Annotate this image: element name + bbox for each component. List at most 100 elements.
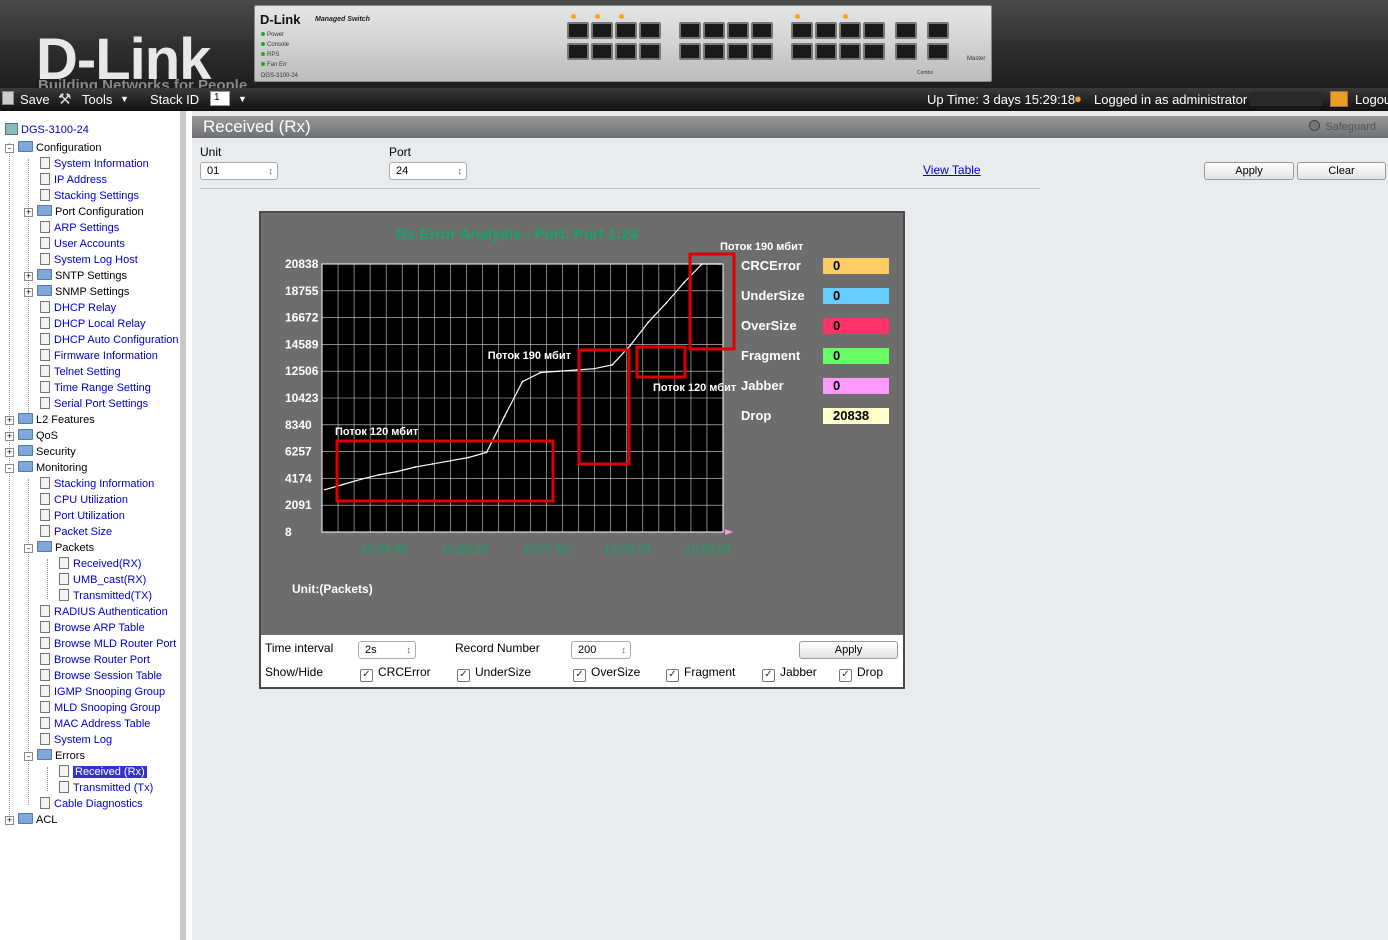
tree-item-browse-arp-table[interactable]: Browse ARP Table (40, 620, 145, 636)
document-icon (40, 317, 50, 329)
navigation-tree: DGS-3100-24 - Configuration System Infor… (0, 111, 186, 940)
record-number-label: Record Number (455, 641, 540, 655)
collapse-icon[interactable]: - (5, 144, 14, 153)
tree-item-browse-router-port[interactable]: Browse Router Port (40, 652, 150, 668)
tree-item-packet-size[interactable]: Packet Size (40, 524, 112, 540)
tree-item-stacking-information[interactable]: Stacking Information (40, 476, 154, 492)
tree-item-system-log[interactable]: System Log (40, 732, 112, 748)
save-button[interactable]: Save (20, 92, 50, 107)
device-model-text: Managed Switch (315, 16, 370, 23)
series-point (324, 488, 326, 491)
checkbox-drop[interactable]: Drop (839, 665, 883, 682)
tree-item-mac-address-table[interactable]: MAC Address Table (40, 716, 150, 732)
port-led-icon (843, 14, 848, 19)
logout-icon[interactable] (1330, 91, 1348, 107)
tree-snmp-settings[interactable]: SNMP Settings (37, 284, 129, 300)
tree-root[interactable]: DGS-3100-24 (5, 122, 89, 138)
tree-item-cable-diagnostics[interactable]: Cable Diagnostics (40, 796, 143, 812)
tree-item-ip-address[interactable]: IP Address (40, 172, 107, 188)
checkbox-jabber[interactable]: Jabber (762, 665, 817, 682)
tree-item-mld-snooping-group[interactable]: MLD Snooping Group (40, 700, 160, 716)
unit-label: Unit (200, 145, 222, 159)
y-tick-label: 12506 (285, 364, 319, 378)
tools-chevron-down-icon[interactable]: ▼ (120, 94, 129, 104)
tree-monitoring[interactable]: Monitoring (18, 460, 87, 476)
tree-item-browse-mld-router-port[interactable]: Browse MLD Router Port (40, 636, 176, 652)
tree-item-radius-authentication[interactable]: RADIUS Authentication (40, 604, 168, 620)
tree-acl[interactable]: ACL (18, 812, 57, 828)
tree-item-firmware-information[interactable]: Firmware Information (40, 348, 158, 364)
apply-button[interactable]: Apply (1204, 162, 1294, 180)
legend-value: 0 (833, 318, 840, 333)
unit-select[interactable]: 01 (200, 162, 278, 180)
checkbox-undersize[interactable]: UnderSize (457, 665, 531, 682)
tree-item-system-log-host[interactable]: System Log Host (40, 252, 138, 268)
expand-icon[interactable]: + (24, 272, 33, 281)
tree-item-port-utilization[interactable]: Port Utilization (40, 508, 125, 524)
username-redacted (1250, 92, 1322, 106)
tree-item-time-range-setting[interactable]: Time Range Setting (40, 380, 151, 396)
tree-port-configuration[interactable]: Port Configuration (37, 204, 144, 220)
tree-item-serial-port-settings[interactable]: Serial Port Settings (40, 396, 148, 412)
legend-value: 0 (833, 378, 840, 393)
chart-svg: Rx Error Analysis - Port: Port 1:24 8 209… (285, 226, 889, 596)
expand-icon[interactable]: + (5, 416, 14, 425)
tree-item-arp-settings[interactable]: ARP Settings (40, 220, 119, 236)
x-tick-label: 10:29:23 (604, 542, 651, 556)
collapse-icon[interactable]: - (5, 464, 14, 473)
time-interval-select[interactable]: 2s (358, 641, 416, 659)
view-table-link[interactable]: View Table (923, 163, 981, 177)
tree-item-errors-received-rx[interactable]: Received (Rx) (59, 764, 147, 780)
logout-button[interactable]: Logout (1355, 92, 1388, 107)
stack-chevron-down-icon[interactable]: ▼ (238, 94, 247, 104)
document-icon (40, 493, 50, 505)
checkbox-crcerror[interactable]: CRCError (360, 665, 431, 682)
tools-icon[interactable]: ⚒ (58, 90, 71, 108)
legend-label: CRCError (741, 258, 801, 273)
tree-l2-features[interactable]: L2 Features (18, 412, 95, 428)
collapse-icon[interactable]: - (24, 544, 33, 553)
tree-item-errors-transmitted-tx[interactable]: Transmitted (Tx) (59, 780, 153, 796)
tree-item-telnet-setting[interactable]: Telnet Setting (40, 364, 121, 380)
tree-qos[interactable]: QoS (18, 428, 58, 444)
checkbox-fragment[interactable]: Fragment (666, 665, 735, 682)
folder-icon (18, 429, 33, 440)
tree-item-transmitted-tx[interactable]: Transmitted(TX) (59, 588, 152, 604)
tree-item-system-information[interactable]: System Information (40, 156, 149, 172)
expand-icon[interactable]: + (24, 208, 33, 217)
checkbox-oversize[interactable]: OverSize (573, 665, 640, 682)
stack-id-select[interactable]: 1 (210, 91, 230, 106)
tree-configuration[interactable]: Configuration (18, 140, 101, 156)
tree-security[interactable]: Security (18, 444, 76, 460)
clear-button[interactable]: Clear (1297, 162, 1386, 180)
tools-menu[interactable]: Tools (82, 92, 112, 107)
tree-item-umb-cast-rx[interactable]: UMB_cast(RX) (59, 572, 146, 588)
time-interval-label: Time interval (265, 641, 334, 655)
tree-item-stacking-settings[interactable]: Stacking Settings (40, 188, 139, 204)
folder-icon (37, 205, 52, 216)
tree-item-dhcp-relay[interactable]: DHCP Relay (40, 300, 116, 316)
save-icon[interactable] (2, 91, 14, 105)
tree-item-received-rx[interactable]: Received(RX) (59, 556, 141, 572)
tree-item-cpu-utilization[interactable]: CPU Utilization (40, 492, 128, 508)
port-select[interactable]: 24 (389, 162, 467, 180)
collapse-icon[interactable]: - (24, 752, 33, 761)
tree-errors[interactable]: Errors (37, 748, 85, 764)
document-icon (40, 365, 50, 377)
tree-item-dhcp-auto-configuration[interactable]: DHCP Auto Configuration (40, 332, 179, 348)
tree-sntp-settings[interactable]: SNTP Settings (37, 268, 127, 284)
tree-packets[interactable]: Packets (37, 540, 94, 556)
expand-icon[interactable]: + (5, 432, 14, 441)
tree-item-igmp-snooping-group[interactable]: IGMP Snooping Group (40, 684, 165, 700)
expand-icon[interactable]: + (5, 448, 14, 457)
tree-item-browse-session-table[interactable]: Browse Session Table (40, 668, 162, 684)
record-number-select[interactable]: 200 (571, 641, 631, 659)
legend-value: 0 (833, 288, 840, 303)
tree-item-user-accounts[interactable]: User Accounts (40, 236, 125, 252)
tree-item-dhcp-local-relay[interactable]: DHCP Local Relay (40, 316, 146, 332)
series-point (557, 370, 560, 373)
chart-apply-button[interactable]: Apply (799, 641, 898, 659)
expand-icon[interactable]: + (24, 288, 33, 297)
expand-icon[interactable]: + (5, 816, 14, 825)
series-point (575, 369, 578, 371)
